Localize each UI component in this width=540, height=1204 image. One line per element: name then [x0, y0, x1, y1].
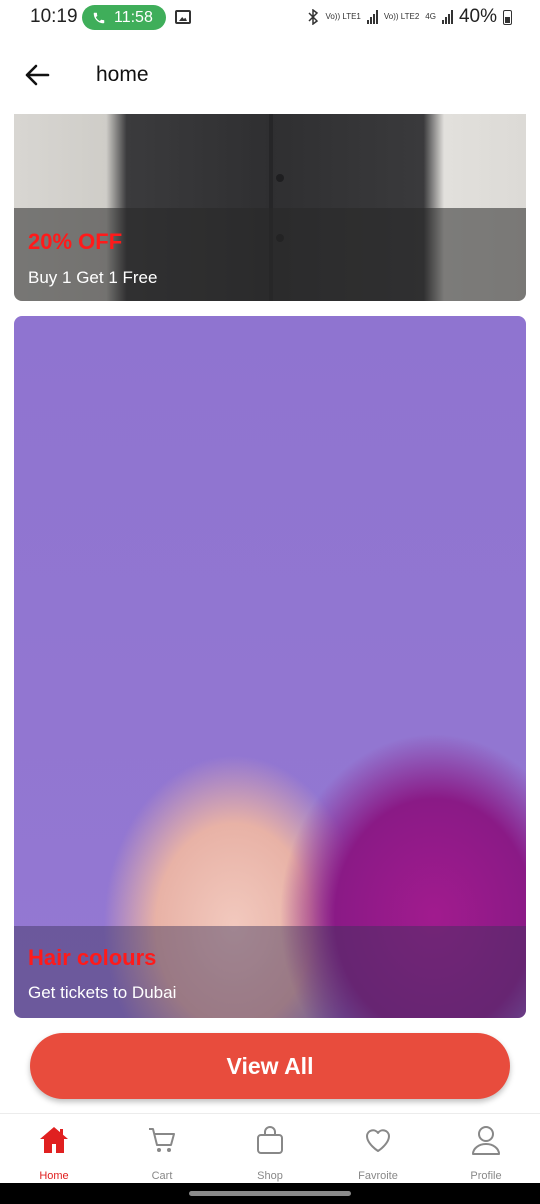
nav-label: Profile [470, 1170, 502, 1182]
cart-icon [149, 1128, 175, 1152]
signal-icon-1 [366, 10, 378, 24]
nav-label: Home [39, 1170, 69, 1182]
back-button[interactable] [20, 58, 54, 92]
promo-card-hair-colours[interactable]: Hair colours Get tickets to Dubai [14, 316, 526, 1018]
battery-percent: 40% [458, 6, 497, 27]
bluetooth-icon [308, 9, 319, 25]
card-subtitle: Buy 1 Get 1 Free [28, 268, 158, 287]
promo-card-offer[interactable]: 20% OFF Buy 1 Get 1 Free [14, 114, 526, 301]
network-label-1: Vo)) LTE1 [325, 12, 361, 21]
network-label-3: 4G [425, 12, 436, 21]
status-indicators: Vo)) LTE1 Vo)) LTE2 4G 40% [307, 6, 512, 28]
nav-item-favorite[interactable]: Favroite [324, 1114, 432, 1184]
card-caption-overlay: 20% OFF Buy 1 Get 1 Free [14, 208, 526, 301]
shopping-bag-icon [257, 1126, 283, 1154]
gallery-notification-icon [175, 10, 191, 24]
nav-item-home[interactable]: Home [0, 1114, 108, 1184]
network-label-2: Vo)) LTE2 [383, 12, 420, 21]
heart-icon [366, 1129, 390, 1152]
phone-icon [93, 12, 105, 23]
nav-label: Cart [151, 1170, 173, 1182]
view-all-button[interactable]: View All [30, 1033, 510, 1099]
ongoing-call-pill[interactable]: 11:58 [82, 5, 166, 30]
card-caption-overlay: Hair colours Get tickets to Dubai [14, 926, 526, 1018]
status-time: 10:19 [30, 6, 78, 27]
system-navigation-bar [0, 1183, 540, 1204]
nav-item-profile[interactable]: Profile [432, 1114, 540, 1184]
nav-label: Shop [257, 1170, 283, 1182]
card-heading: 20% OFF [28, 229, 123, 254]
card-subtitle: Get tickets to Dubai [28, 983, 177, 1002]
status-bar: 10:19 11:58 Vo)) LTE1 Vo)) LTE2 4G 40% [0, 0, 540, 36]
arrow-left-icon [25, 64, 50, 86]
card-heading: Hair colours [28, 945, 157, 970]
page-title: home [96, 63, 149, 86]
person-icon [472, 1126, 500, 1155]
nav-item-cart[interactable]: Cart [108, 1114, 216, 1184]
battery-icon [503, 9, 512, 25]
bottom-navigation: Home Cart Shop Favroite Profile [0, 1113, 540, 1183]
gesture-handle[interactable] [189, 1191, 351, 1196]
call-duration: 11:58 [114, 8, 153, 26]
home-icon [40, 1127, 68, 1153]
nav-label: Favroite [358, 1170, 398, 1182]
nav-item-shop[interactable]: Shop [216, 1114, 324, 1184]
app-bar: home [0, 36, 540, 114]
signal-icon-2 [441, 10, 453, 24]
